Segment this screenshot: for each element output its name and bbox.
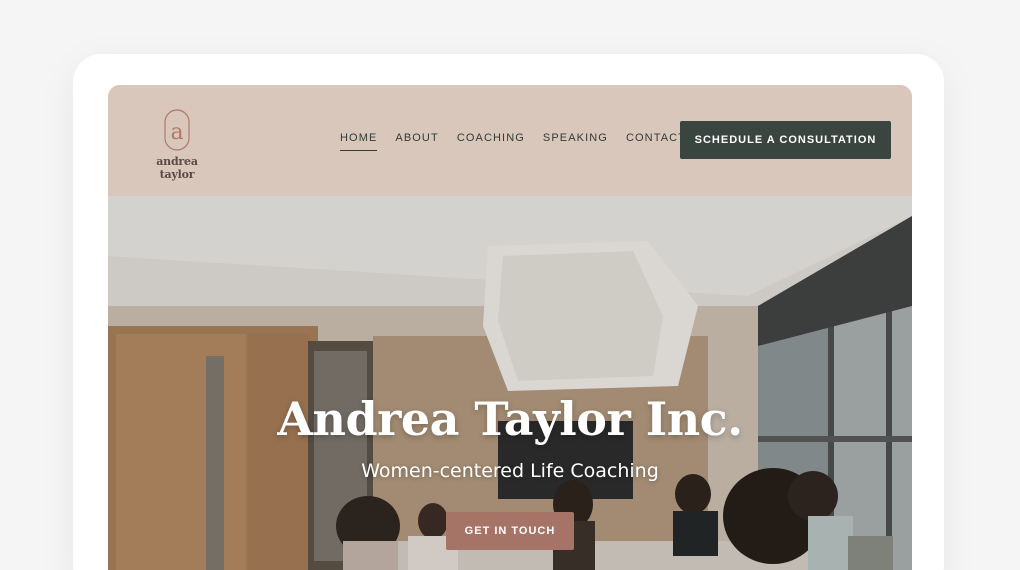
hero-title: Andrea Taylor Inc. [277,392,743,446]
nav-about[interactable]: ABOUT [395,132,438,151]
main-nav: HOME ABOUT COACHING SPEAKING CONTACT [340,132,686,151]
schedule-consultation-button[interactable]: SCHEDULE A CONSULTATION [680,121,891,159]
brand-name: andrea taylor [156,155,198,181]
logo-mark-letter: a [170,120,183,145]
brand-logo[interactable]: a andrea taylor [138,109,216,181]
logo-mark-icon: a [164,109,190,151]
nav-speaking[interactable]: SPEAKING [543,132,608,151]
hero-subtitle: Women-centered Life Coaching [361,460,659,482]
website-viewport: a andrea taylor HOME ABOUT COACHING SPEA… [108,85,912,570]
hero-section: Andrea Taylor Inc. Women-centered Life C… [108,196,912,570]
nav-coaching[interactable]: COACHING [457,132,525,151]
get-in-touch-button[interactable]: GET IN TOUCH [446,512,574,550]
site-header: a andrea taylor HOME ABOUT COACHING SPEA… [108,85,912,196]
nav-home[interactable]: HOME [340,132,378,151]
nav-contact[interactable]: CONTACT [626,132,686,151]
